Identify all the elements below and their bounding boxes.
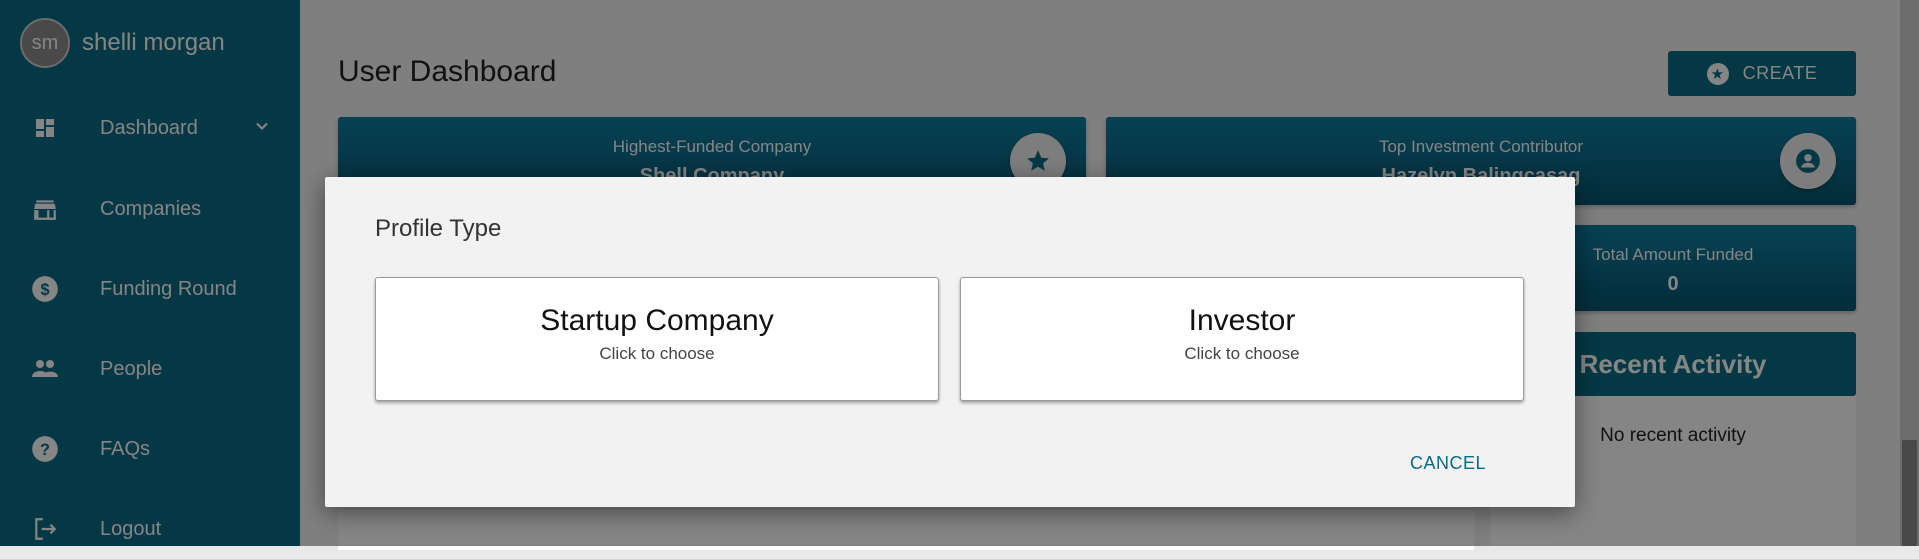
option-subtitle: Click to choose bbox=[599, 344, 715, 363]
dialog-title: Profile Type bbox=[375, 215, 502, 242]
profile-type-dialog: Profile Type Startup Company Click to ch… bbox=[325, 177, 1575, 507]
startup-company-option[interactable]: Startup Company Click to choose bbox=[375, 277, 939, 401]
option-title: Investor bbox=[1188, 304, 1296, 337]
cancel-button[interactable]: CANCEL bbox=[1410, 453, 1486, 474]
investor-option[interactable]: Investor Click to choose bbox=[960, 277, 1524, 401]
option-subtitle: Click to choose bbox=[1184, 344, 1300, 363]
option-title: Startup Company bbox=[540, 304, 774, 337]
